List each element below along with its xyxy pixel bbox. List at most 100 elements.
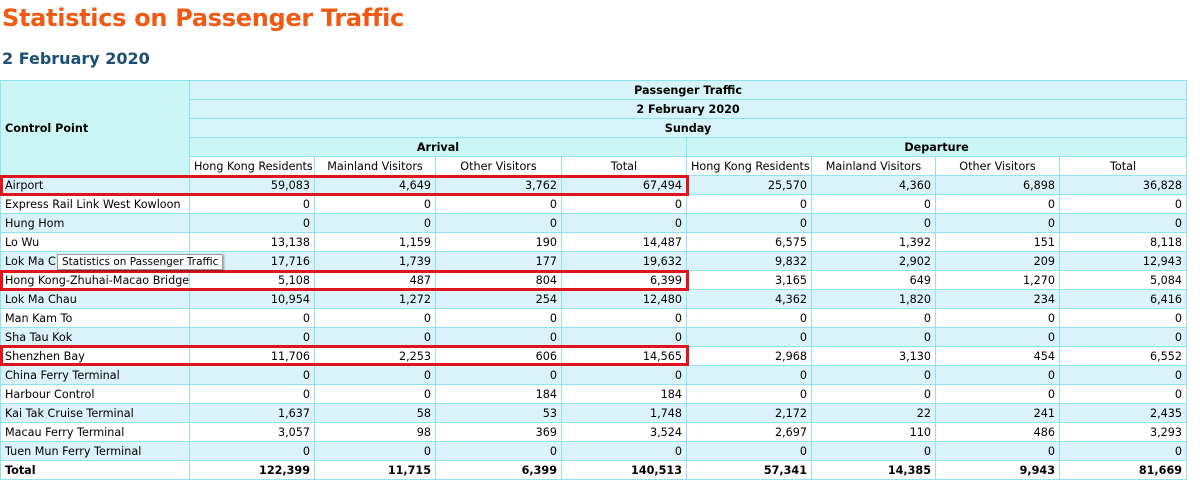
header-day: Sunday — [188, 118, 1188, 138]
traffic-value: 0 — [561, 308, 687, 328]
traffic-value: 0 — [435, 213, 562, 233]
total-value: 140,513 — [561, 460, 687, 480]
traffic-value: 98 — [314, 422, 436, 442]
traffic-value: 3,762 — [435, 175, 562, 195]
traffic-value: 0 — [1058, 213, 1188, 233]
traffic-value: 12,480 — [561, 289, 687, 309]
traffic-value: 0 — [189, 194, 315, 214]
control-point-name: Tuen Mun Ferry Terminal — [0, 441, 190, 461]
control-point-name: China Ferry Terminal — [0, 365, 190, 385]
control-point-name: Shenzhen Bay — [0, 346, 190, 366]
traffic-value: 0 — [189, 365, 315, 385]
traffic-value: 0 — [561, 441, 687, 461]
traffic-value: 234 — [935, 289, 1060, 309]
traffic-value: 487 — [314, 270, 436, 290]
traffic-value: 6,552 — [1058, 346, 1188, 366]
traffic-value: 0 — [189, 384, 315, 404]
traffic-value: 190 — [435, 232, 562, 252]
page-date: 2 February 2020 — [2, 49, 150, 68]
control-point-name: Macau Ferry Terminal — [0, 422, 190, 442]
traffic-value: 0 — [935, 365, 1060, 385]
control-point-name: Harbour Control — [0, 384, 190, 404]
traffic-value: 4,649 — [314, 175, 436, 195]
traffic-value: 53 — [435, 403, 562, 423]
total-value: 122,399 — [189, 460, 315, 480]
traffic-value: 0 — [561, 194, 687, 214]
table-row: Harbour Control 0 0 184 184 0 0 0 0 — [0, 384, 1188, 404]
traffic-value: 0 — [435, 194, 562, 214]
traffic-value: 0 — [935, 308, 1060, 328]
total-value: 6,399 — [435, 460, 562, 480]
table-row: Hong Kong-Zhuhai-Macao Bridge 5,108 487 804… — [0, 270, 1188, 290]
traffic-value: 369 — [435, 422, 562, 442]
traffic-value: 2,902 — [811, 251, 936, 271]
traffic-value: 0 — [314, 384, 436, 404]
traffic-value: 0 — [435, 327, 562, 347]
traffic-value: 454 — [935, 346, 1060, 366]
total-value: 81,669 — [1058, 460, 1188, 480]
traffic-value: 151 — [935, 232, 1060, 252]
traffic-value: 6,416 — [1058, 289, 1188, 309]
passenger-traffic-table: Control Point Passenger Traffic 2 Februa… — [0, 80, 1188, 480]
column-header: Total — [1058, 156, 1188, 176]
traffic-value: 0 — [561, 365, 687, 385]
traffic-value: 59,083 — [189, 175, 315, 195]
traffic-value: 1,272 — [314, 289, 436, 309]
table-row: Airport 59,083 4,649 3,762 67,494 25,570 4,360… — [0, 175, 1188, 195]
traffic-value: 2,697 — [686, 422, 812, 442]
traffic-value: 606 — [435, 346, 562, 366]
table-row: Lok Ma Chau 10,954 1,272 254 12,480 4,362 1,82… — [0, 289, 1188, 309]
traffic-value: 0 — [1058, 308, 1188, 328]
traffic-value: 241 — [935, 403, 1060, 423]
traffic-value: 1,637 — [189, 403, 315, 423]
control-point-name: Lo Wu — [0, 232, 190, 252]
total-label: Total — [0, 460, 190, 480]
traffic-value: 486 — [935, 422, 1060, 442]
departure-header: Departure — [685, 137, 1188, 157]
traffic-value: 11,706 — [189, 346, 315, 366]
traffic-value: 8,118 — [1058, 232, 1188, 252]
traffic-value: 1,392 — [811, 232, 936, 252]
traffic-value: 0 — [314, 441, 436, 461]
traffic-value: 0 — [1058, 384, 1188, 404]
traffic-value: 0 — [811, 441, 936, 461]
traffic-value: 0 — [686, 365, 812, 385]
traffic-value: 3,293 — [1058, 422, 1188, 442]
traffic-value: 110 — [811, 422, 936, 442]
traffic-value: 0 — [686, 384, 812, 404]
traffic-value: 0 — [189, 441, 315, 461]
traffic-value: 22 — [811, 403, 936, 423]
table-row: Kai Tak Cruise Terminal 1,637 58 53 1,748 2,1… — [0, 403, 1188, 423]
control-point-name: Sha Tau Kok — [0, 327, 190, 347]
traffic-value: 13,138 — [189, 232, 315, 252]
control-point-name: Kai Tak Cruise Terminal — [0, 403, 190, 423]
table-row: Tuen Mun Ferry Terminal 0 0 0 0 0 0 0 0 — [0, 441, 1188, 461]
arrival-header: Arrival — [189, 137, 687, 157]
column-header: Mainland Visitors — [811, 156, 936, 176]
control-point-header: Control Point — [0, 80, 190, 176]
traffic-value: 2,435 — [1058, 403, 1188, 423]
total-row: Total 122,399 11,715 6,399 140,513 57,341 14,3… — [0, 460, 1188, 480]
traffic-value: 0 — [811, 213, 936, 233]
traffic-value: 0 — [686, 327, 812, 347]
total-value: 11,715 — [314, 460, 436, 480]
control-point-name: Express Rail Link West Kowloon — [0, 194, 190, 214]
traffic-value: 5,084 — [1058, 270, 1188, 290]
traffic-value: 0 — [189, 213, 315, 233]
traffic-value: 184 — [435, 384, 562, 404]
traffic-value: 804 — [435, 270, 562, 290]
traffic-value: 3,524 — [561, 422, 687, 442]
traffic-value: 1,739 — [314, 251, 436, 271]
column-header: Mainland Visitors — [314, 156, 436, 176]
traffic-value: 1,270 — [935, 270, 1060, 290]
traffic-value: 36,828 — [1058, 175, 1188, 195]
traffic-value: 0 — [811, 365, 936, 385]
column-header: Other Visitors — [435, 156, 562, 176]
column-header: Hong Kong Residents — [189, 156, 315, 176]
page-title: Statistics on Passenger Traffic — [2, 4, 404, 32]
traffic-value: 2,968 — [686, 346, 812, 366]
traffic-value: 0 — [1058, 365, 1188, 385]
traffic-value: 0 — [314, 194, 436, 214]
traffic-value: 0 — [1058, 441, 1188, 461]
traffic-value: 2,172 — [686, 403, 812, 423]
